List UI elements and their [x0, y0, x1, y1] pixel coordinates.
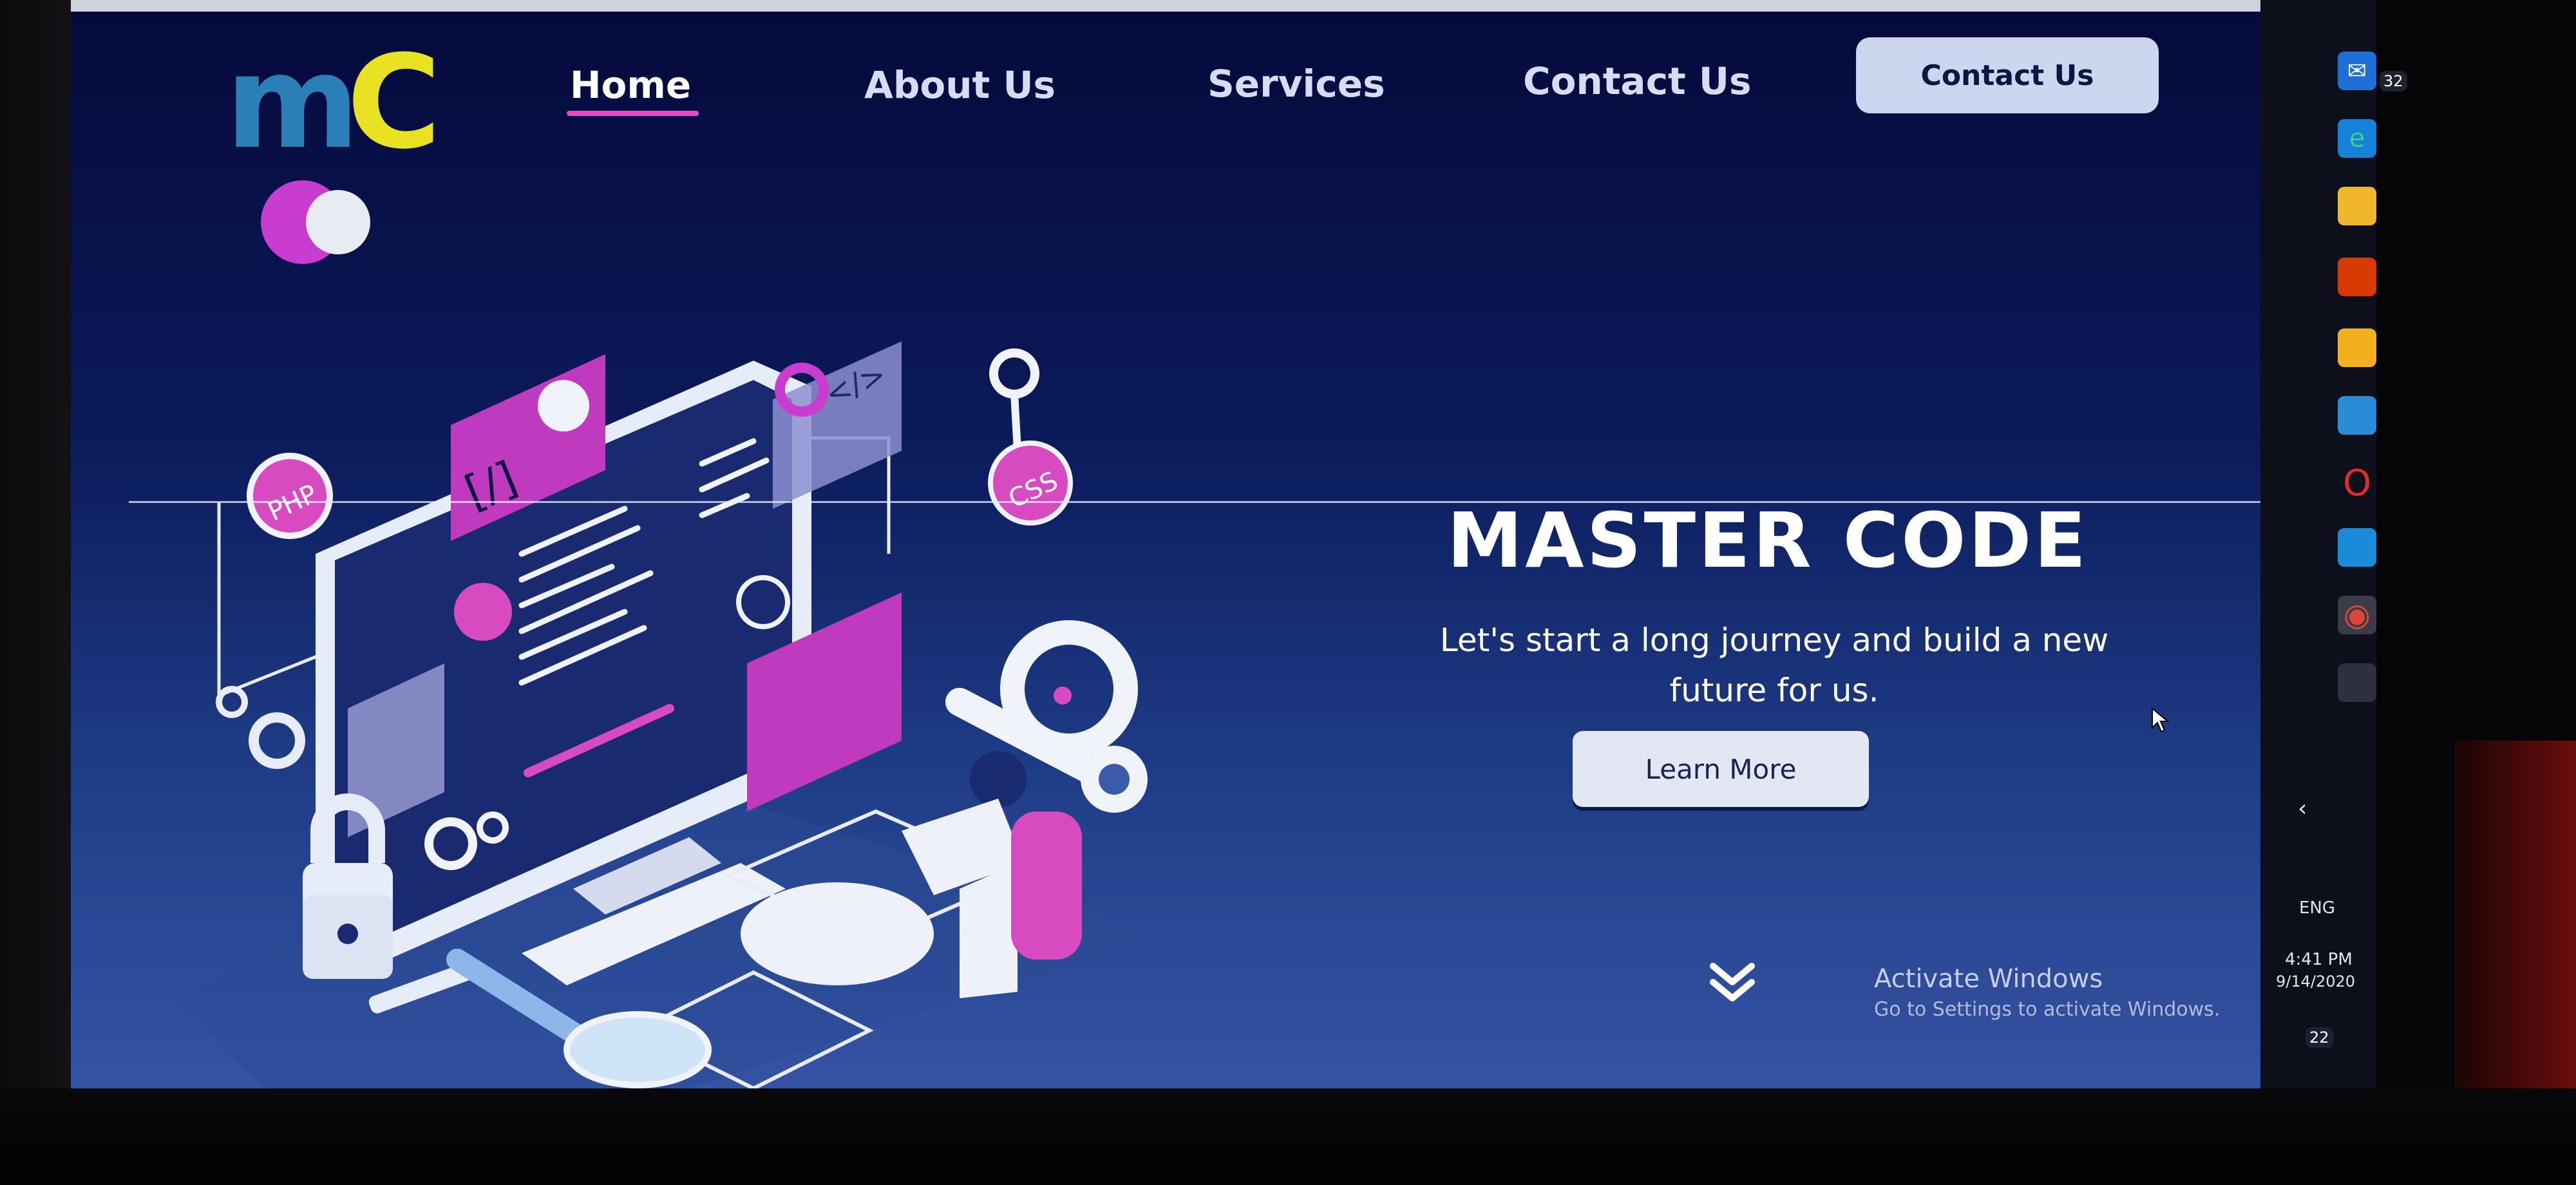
- browser-top-strip: [71, 0, 2331, 12]
- logo-letter-m: m: [225, 28, 359, 178]
- contact-us-button[interactable]: Contact Us: [1856, 37, 2159, 113]
- clock-time[interactable]: 4:41 PM: [2285, 950, 2353, 969]
- monitor-bezel-bottom: [0, 1088, 2576, 1185]
- keyboard-desk: [741, 882, 934, 985]
- website-screen: mC Home About Us Services Contact Us Con…: [71, 0, 2331, 1088]
- nav-active-underline: [567, 111, 699, 116]
- app-icon[interactable]: [2338, 396, 2376, 435]
- logo-letter-c: C: [346, 28, 441, 178]
- hero-title: MASTER CODE: [1446, 496, 2089, 585]
- edge-icon[interactable]: e: [2338, 119, 2376, 158]
- hero-subtitle-line-2: future for us.: [1669, 672, 1879, 709]
- mail-icon[interactable]: ✉: [2338, 52, 2376, 90]
- nav-contact-link[interactable]: Contact Us: [1523, 59, 1752, 103]
- nav-home-link[interactable]: Home: [570, 63, 691, 107]
- terminal-icon[interactable]: [2338, 663, 2376, 702]
- language-indicator[interactable]: ENG: [2299, 898, 2335, 918]
- office-icon[interactable]: [2338, 258, 2376, 296]
- chair: [1011, 811, 1082, 960]
- show-hidden-icons-chevron-icon[interactable]: ‹: [2298, 795, 2307, 822]
- activate-windows-title: Activate Windows: [1874, 964, 2103, 994]
- notification-badge[interactable]: 22: [2306, 1027, 2333, 1048]
- scroll-down-chevron-icon[interactable]: [1707, 960, 1758, 1005]
- nav-services-link[interactable]: Services: [1208, 62, 1385, 106]
- magnifier-icon: [564, 1011, 712, 1088]
- mouse-cursor-icon: [2152, 707, 2170, 733]
- cloud-icon: [454, 583, 512, 641]
- activate-windows-subtitle: Go to Settings to activate Windows.: [1874, 998, 2221, 1021]
- side-gear-icon: [249, 712, 305, 769]
- file-explorer-icon[interactable]: [2338, 187, 2376, 225]
- chrome-icon[interactable]: ◉: [2338, 596, 2376, 634]
- clock-date[interactable]: 9/14/2020: [2276, 972, 2355, 991]
- learn-more-button[interactable]: Learn More: [1573, 731, 1869, 807]
- mail-badge: 32: [2380, 71, 2407, 91]
- developer-illustration: [/] </> PHP CSS: [174, 341, 1166, 1088]
- hero-subtitle-line-1: Let's start a long journey and build a n…: [1439, 621, 2109, 659]
- nav-about-link[interactable]: About Us: [864, 63, 1056, 107]
- location-pin-icon: [989, 348, 1039, 399]
- vscode-icon[interactable]: [2338, 528, 2376, 567]
- site-logo[interactable]: mC: [225, 39, 444, 167]
- store-icon[interactable]: [2338, 328, 2376, 367]
- hero-subtitle: Let's start a long journey and build a n…: [1404, 615, 2145, 716]
- opera-icon[interactable]: O: [2338, 462, 2376, 504]
